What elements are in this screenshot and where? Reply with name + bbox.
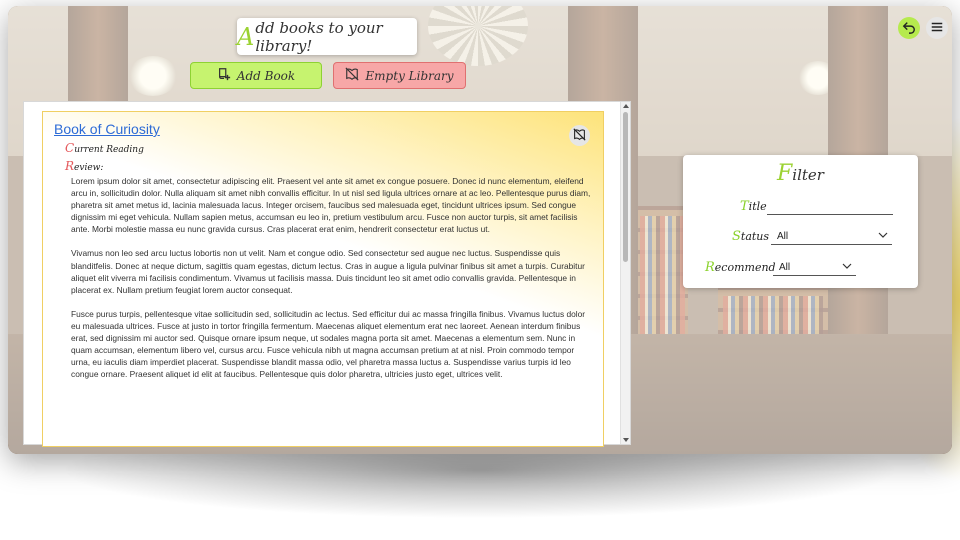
add-book-button[interactable]: Add Book xyxy=(190,62,322,89)
filter-title-label-initial: T xyxy=(740,199,749,214)
page-title: Add books to your library! xyxy=(237,18,417,55)
undo-arrow-icon xyxy=(902,19,916,38)
book-card: Book of Curiosity Current Reading Review… xyxy=(42,111,604,447)
status-filter-select[interactable]: All xyxy=(771,228,892,245)
book-off-icon xyxy=(573,126,586,145)
review-label-text: eview: xyxy=(74,163,104,173)
page-title-initial: A xyxy=(237,22,255,51)
book-status: Current Reading xyxy=(65,141,144,155)
book-list-panel[interactable]: Book of Curiosity Current Reading Review… xyxy=(23,101,631,447)
filter-title: Filter xyxy=(683,161,918,186)
review-paragraph: Lorem ipsum dolor sit amet, consectetur … xyxy=(71,176,591,235)
empty-library-label: Empty Library xyxy=(365,68,454,83)
filter-title-label: Title xyxy=(740,199,767,214)
recommend-filter-select[interactable]: All xyxy=(773,259,856,276)
book-off-icon xyxy=(345,67,359,84)
review-text: Lorem ipsum dolor sit amet, consectetur … xyxy=(71,175,595,392)
filter-title-initial: F xyxy=(777,161,793,186)
review-label: Review: xyxy=(65,159,103,173)
book-plus-icon xyxy=(217,67,231,84)
add-book-label: Add Book xyxy=(236,68,296,83)
review-label-initial: R xyxy=(65,159,75,173)
scrollbar-thumb[interactable] xyxy=(623,112,628,262)
review-paragraph: Vivamus non leo sed arcu luctus lobortis… xyxy=(71,248,585,295)
title-filter-input[interactable] xyxy=(767,199,893,215)
remove-book-button[interactable] xyxy=(569,125,590,146)
page-title-text: dd books to your library! xyxy=(255,18,383,55)
status-filter-value: All xyxy=(777,230,789,242)
chevron-down-icon xyxy=(878,230,888,243)
empty-library-button[interactable]: Empty Library xyxy=(333,62,466,89)
list-scrollbar[interactable] xyxy=(620,102,630,444)
chevron-down-icon xyxy=(842,261,852,274)
filter-recommend-label: Recommend xyxy=(705,260,776,275)
review-paragraph: Fusce purus turpis, pellentesque vitae s… xyxy=(71,308,586,380)
filter-title-text: ilter xyxy=(792,166,824,184)
top-right-controls xyxy=(898,17,948,39)
book-status-initial: C xyxy=(65,141,75,155)
filter-recommend-label-text: ecommend xyxy=(714,261,776,274)
filter-title-label-text: itle xyxy=(748,200,767,213)
scroll-up-arrow-icon[interactable] xyxy=(623,104,629,108)
menu-button[interactable] xyxy=(926,17,948,39)
filter-panel: Filter Title Status All Recommend All xyxy=(683,155,918,288)
filter-status-label-initial: S xyxy=(732,229,741,244)
filter-status-label-text: tatus xyxy=(740,230,770,243)
filter-recommend-label-initial: R xyxy=(705,260,715,275)
back-button[interactable] xyxy=(898,17,920,39)
scroll-down-arrow-icon[interactable] xyxy=(623,438,629,442)
filter-status-label: Status xyxy=(732,229,769,244)
book-status-text: urrent Reading xyxy=(74,145,144,155)
hamburger-menu-icon xyxy=(930,19,944,38)
recommend-filter-value: All xyxy=(779,261,791,273)
book-title-link[interactable]: Book of Curiosity xyxy=(54,121,160,137)
